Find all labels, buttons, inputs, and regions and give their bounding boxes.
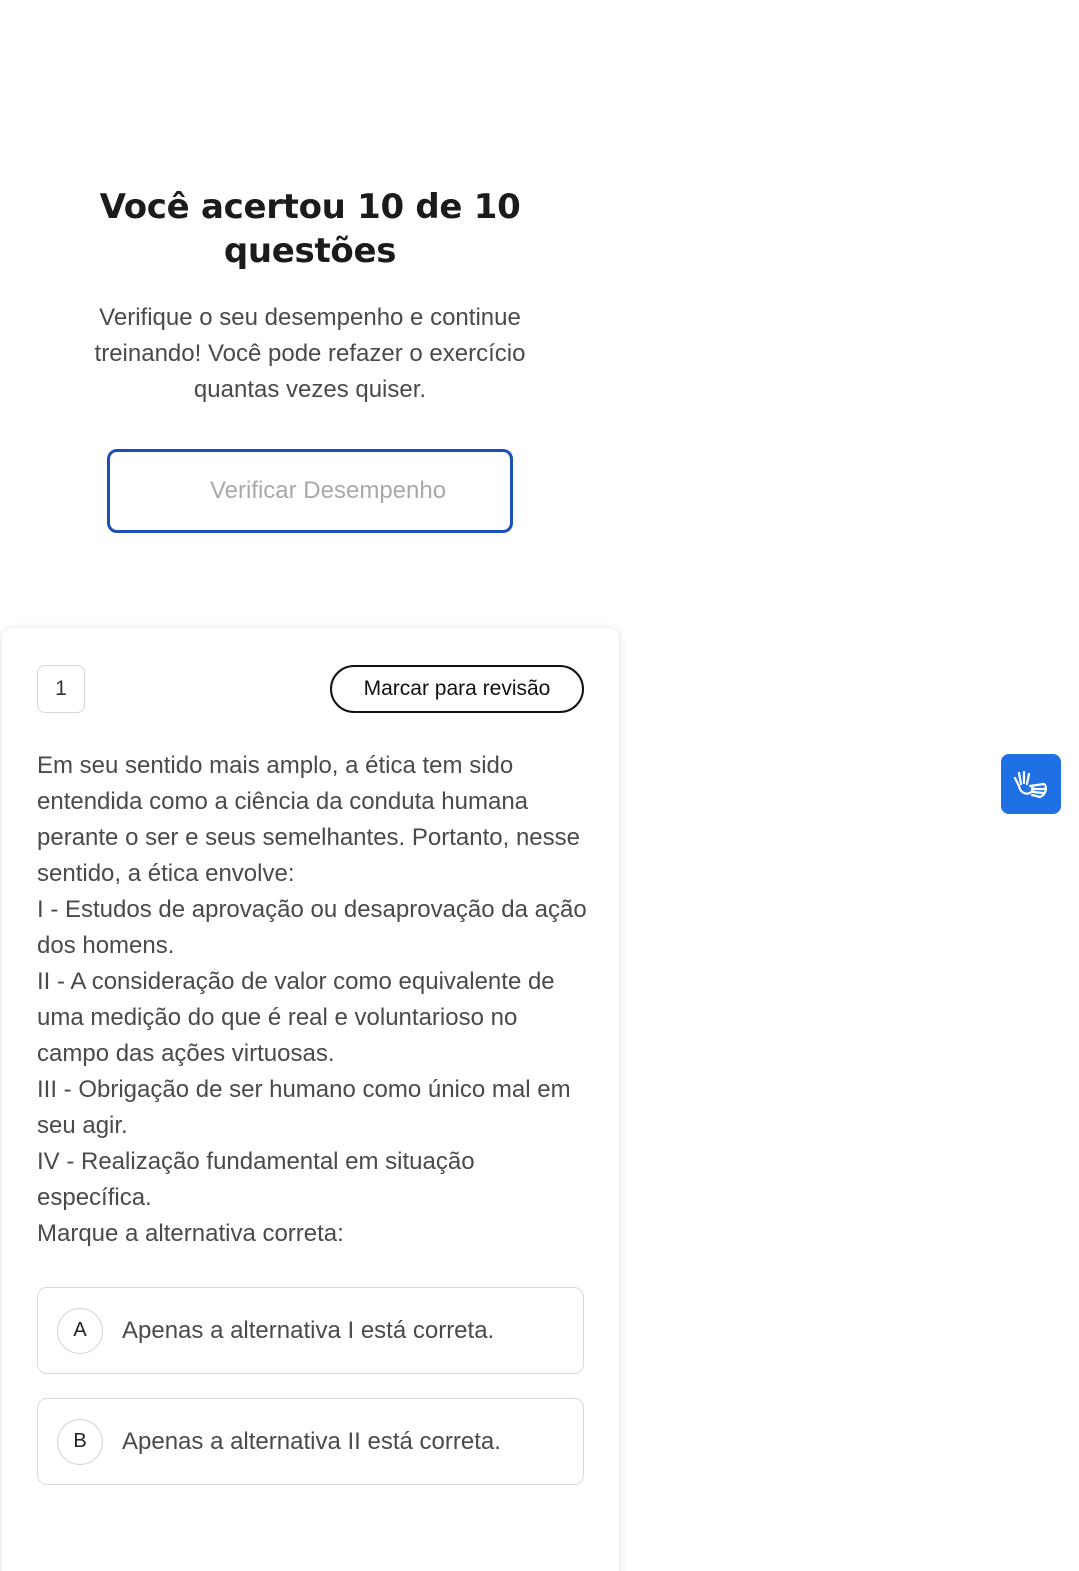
sign-language-accessibility-button[interactable] bbox=[1001, 754, 1061, 814]
verify-performance-button[interactable]: Verificar Desempenho bbox=[107, 449, 513, 533]
question-item-1: I - Estudos de aprovação ou desaprovação… bbox=[37, 896, 587, 959]
result-title: Você acertou 10 de 10 questões bbox=[99, 187, 521, 271]
option-text-a: Apenas a alternativa I está correta. bbox=[122, 1316, 495, 1344]
page: Você acertou 10 de 10 questões Verifique… bbox=[0, 0, 1079, 1571]
sign-language-hands-icon bbox=[1013, 770, 1047, 799]
answer-option-a[interactable]: A Apenas a alternativa I está correta. bbox=[37, 1287, 584, 1374]
option-text-b: Apenas a alternativa II está correta. bbox=[122, 1427, 501, 1455]
question-item-3: III - Obrigação de ser humano como único… bbox=[37, 1076, 571, 1139]
question-intro: Em seu sentido mais amplo, a ética tem s… bbox=[37, 752, 580, 887]
answer-option-b[interactable]: B Apenas a alternativa II está correta. bbox=[37, 1398, 584, 1485]
mark-for-review-button[interactable]: Marcar para revisão bbox=[330, 665, 584, 713]
question-statement: Em seu sentido mais amplo, a ética tem s… bbox=[37, 748, 592, 1252]
question-item-4: IV - Realização fundamental em situação … bbox=[37, 1148, 475, 1211]
question-instruction: Marque a alternativa correta: bbox=[37, 1220, 344, 1247]
question-number-badge: 1 bbox=[37, 665, 85, 713]
option-letter-b: B bbox=[57, 1418, 103, 1465]
option-letter-a: A bbox=[57, 1307, 103, 1354]
question-card: 1 Marcar para revisão Em seu sentido mai… bbox=[2, 628, 619, 1571]
result-summary: Você acertou 10 de 10 questões Verifique… bbox=[40, 185, 580, 408]
result-subtitle: Verifique o seu desempenho e continue tr… bbox=[94, 304, 526, 403]
question-item-2: II - A consideração de valor como equiva… bbox=[37, 968, 555, 1067]
